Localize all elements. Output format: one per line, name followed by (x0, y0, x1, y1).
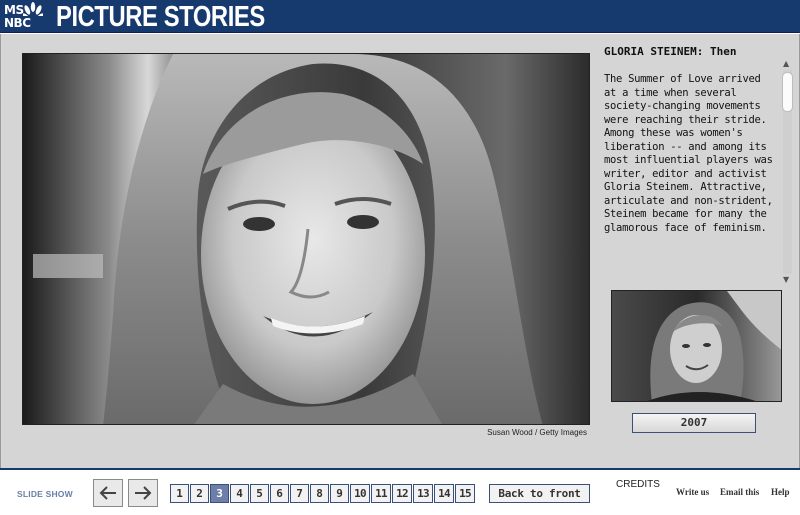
page-number-button[interactable]: 2 (190, 484, 209, 503)
caption-title: GLORIA STEINEM: Then (604, 45, 737, 58)
page-number-button[interactable]: 15 (455, 484, 475, 503)
previous-button[interactable] (93, 479, 123, 507)
caption-panel: GLORIA STEINEM: Then The Summer of Love … (604, 45, 792, 285)
page-number-button[interactable]: 8 (310, 484, 329, 503)
arrow-left-icon (99, 486, 116, 500)
scroll-down-icon[interactable]: ▼ (783, 276, 789, 284)
caption-text: The Summer of Love arrived at a time whe… (604, 73, 773, 234)
page-number-button[interactable]: 14 (434, 484, 454, 503)
next-button[interactable] (128, 479, 158, 507)
page-number-button[interactable]: 3 (210, 484, 229, 503)
page-number-button[interactable]: 9 (330, 484, 349, 503)
arrow-right-icon (135, 486, 152, 500)
page-title: PICTURE STORIES (56, 1, 265, 33)
page-number-button[interactable]: 7 (290, 484, 309, 503)
scrollbar-thumb[interactable] (782, 72, 793, 112)
msnbc-logo[interactable]: MS NBC (4, 2, 48, 31)
page-number-button[interactable]: 1 (170, 484, 189, 503)
peacock-icon (23, 2, 43, 16)
page-number-button[interactable]: 13 (413, 484, 433, 503)
scroll-up-icon[interactable]: ▲ (783, 60, 789, 68)
year-toggle-button[interactable]: 2007 (632, 413, 756, 433)
page-number-button[interactable]: 5 (250, 484, 269, 503)
slide-show-label: SLIDE SHOW (17, 489, 73, 499)
page-number-list: 1 2 3 4 5 6 7 8 9 10 11 12 13 14 15 (170, 484, 476, 503)
photo-credit: Susan Wood / Getty Images (487, 428, 587, 437)
write-us-link[interactable]: Write us (676, 487, 709, 497)
help-link[interactable]: Help (771, 487, 790, 497)
page-number-button[interactable]: 4 (230, 484, 249, 503)
footer-bar: SLIDE SHOW 1 2 3 4 5 6 7 8 9 10 11 12 13 14 15 Back to… (0, 468, 800, 515)
page-number-button[interactable]: 10 (350, 484, 370, 503)
caption-scrollbar[interactable]: ▲ ▼ (781, 60, 794, 284)
portrait-photo-image (23, 54, 589, 424)
email-this-link[interactable]: Email this (720, 487, 759, 497)
page-number-button[interactable]: 11 (371, 484, 391, 503)
header-bar: MS NBC PICTURE STORIES (0, 0, 800, 33)
credits-link[interactable]: CREDITS (616, 479, 660, 490)
page-number-button[interactable]: 6 (270, 484, 289, 503)
thumbnail-photo[interactable] (611, 290, 782, 402)
main-photo (22, 53, 590, 425)
logo-text-bottom: NBC (4, 16, 31, 30)
page-number-button[interactable]: 12 (392, 484, 412, 503)
back-to-front-button[interactable]: Back to front (489, 484, 590, 503)
thumbnail-portrait-image (612, 291, 781, 401)
slide-content: Susan Wood / Getty Images GLORIA STEINEM… (0, 34, 800, 468)
logo-text-top: MS (4, 3, 24, 17)
